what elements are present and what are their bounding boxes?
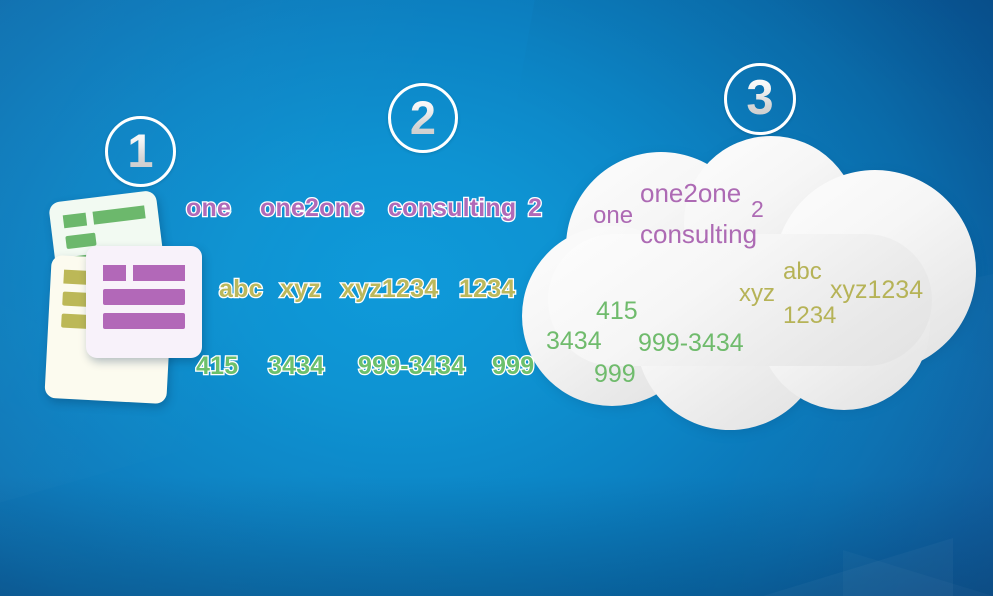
step-badge-3: 3 — [724, 63, 796, 135]
step-badge-2-label: 2 — [409, 90, 437, 144]
step-badge-2: 2 — [388, 83, 458, 153]
cloud-token: 415 — [596, 297, 638, 325]
extracted-token: 1234 — [458, 275, 517, 303]
purple-document — [86, 246, 202, 358]
step-badge-3-label: 3 — [746, 70, 774, 125]
cloud-token: 2 — [751, 196, 764, 222]
document-line — [103, 313, 185, 329]
extracted-token: consulting — [387, 194, 518, 222]
cloud-token: one2one — [640, 178, 742, 208]
extracted-token: xyz — [279, 275, 322, 303]
cloud-token: abc — [783, 258, 822, 285]
slide-canvas: one2one one 2 consulting abc xyz xyz1234 1234 41… — [0, 0, 993, 596]
document-line — [103, 289, 185, 305]
cloud-token: 3434 — [546, 327, 602, 355]
extracted-token: 2 — [527, 194, 544, 222]
extracted-token: 999-3434 — [357, 352, 467, 380]
cloud-token: one — [593, 202, 634, 229]
cloud-token: xyz — [739, 280, 775, 307]
cloud-token: 999-3434 — [638, 329, 744, 357]
cloud-token: xyz1234 — [830, 276, 924, 304]
extracted-token: xyz1234 — [340, 275, 440, 303]
cloud-token: consulting — [640, 219, 758, 249]
document-line — [62, 205, 146, 229]
step-badge-1: 1 — [105, 116, 176, 187]
cloud: one2one one 2 consulting abc xyz xyz1234 1234 41… — [508, 122, 978, 448]
document-line — [103, 265, 185, 281]
cloud-token: 1234 — [783, 302, 837, 329]
extracted-token: 999 — [491, 352, 536, 380]
extracted-token: 415 — [195, 352, 240, 380]
extracted-token: one2one — [259, 194, 366, 222]
extracted-token: abc — [218, 275, 264, 303]
extracted-token: one — [185, 194, 232, 222]
cloud-token: 999 — [594, 360, 636, 388]
extracted-token: 3434 — [267, 352, 326, 380]
step-badge-1-label: 1 — [127, 124, 154, 177]
